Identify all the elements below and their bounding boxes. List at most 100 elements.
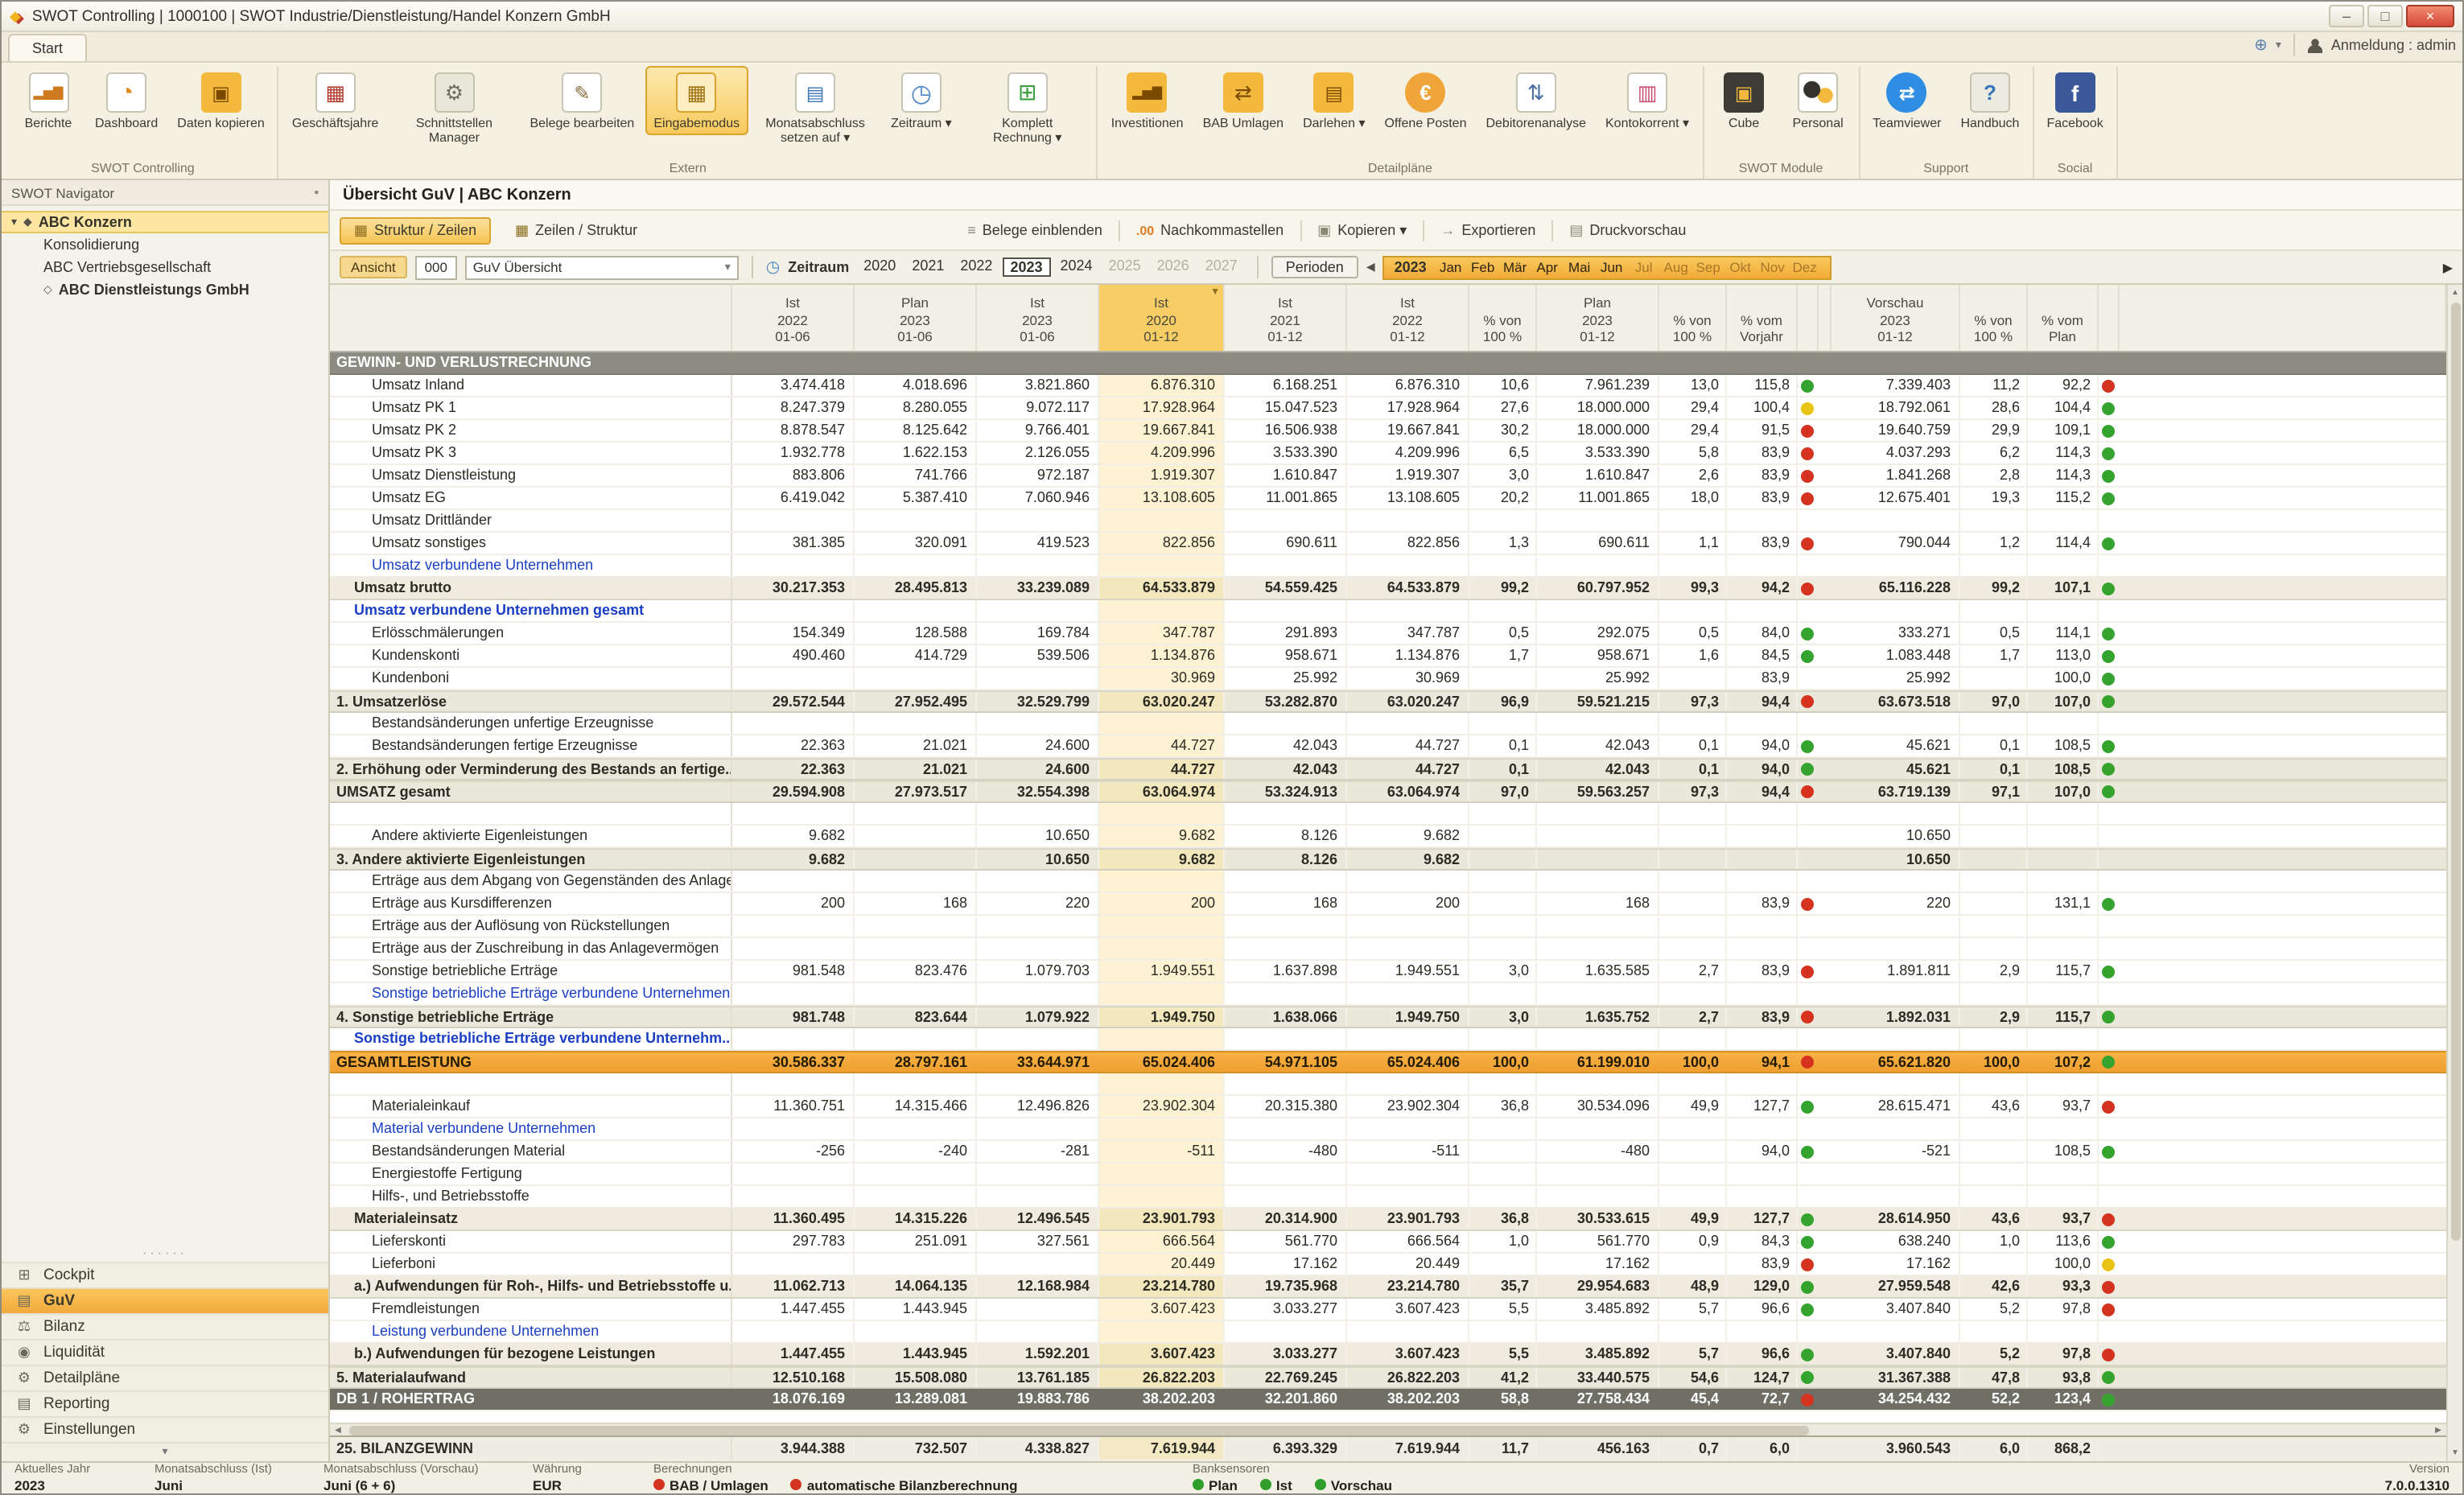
table-row[interactable]: Umsatz Inland 3.474.418 4.018.696 3.821.860… [330,375,2446,397]
table-row[interactable]: Umsatz verbundene Unternehmen [330,555,2446,578]
year-2022[interactable]: 2022 [954,257,999,277]
ribbon-button-offene-posten[interactable]: € Offene Posten [1376,66,1474,135]
ribbon-button-investitionen[interactable]: ▂▅▇ Investitionen [1103,66,1192,135]
column-header[interactable]: % vom Vorjahr [1727,285,1798,351]
toolbar-druckvorschau[interactable]: ▤ Druckvorschau [1563,221,1692,239]
year-2021[interactable]: 2021 [905,257,950,277]
column-header[interactable]: Plan 2023 01-06 [855,285,977,351]
table-row[interactable]: Material verbundene Unternehmen [330,1118,2446,1141]
tree-item-abc-dienstleistungs-gmbh[interactable]: ◇ ABC Dienstleistungs GmbH [2,278,328,301]
ribbon-button-zeitraum[interactable]: ◷ Zeitraum ▾ [883,66,960,135]
table-row[interactable] [330,803,2446,826]
table-row[interactable]: Sonstige betriebliche Erträge verbundene… [330,983,2446,1006]
year-2020[interactable]: 2020 [857,257,902,277]
ribbon-button-cube[interactable]: ▣ Cube [1708,66,1779,135]
toolbar-belege-einblenden[interactable]: ≡ Belege einblenden [961,222,1109,238]
column-header[interactable]: % von 100 % [1659,285,1727,351]
column-header[interactable]: % vom Plan [2028,285,2099,351]
table-row[interactable]: a.) Aufwendungen für Roh-, Hilfs- und Be… [330,1276,2446,1299]
column-header[interactable]: % von 100 % [1469,285,1537,351]
toolbar-exportieren[interactable]: → Exportieren [1434,222,1542,238]
month-jun[interactable]: Jun [1596,259,1628,275]
tree-item-konsolidierung[interactable]: Konsolidierung [2,233,328,256]
table-row[interactable]: 25. BILANZGEWINN 3.944.388 732.507 4.338.82… [330,1435,2446,1461]
ribbon-button-komplett-rechnung[interactable]: ⊞ Komplett Rechnung ▾ [963,66,1092,150]
ribbon-button-eingabemodus[interactable]: ▦ Eingabemodus [645,66,748,136]
sidebar-item-bilanz[interactable]: ⚖ Bilanz [2,1313,328,1339]
column-header[interactable]: Ist 2021 01-12 [1225,285,1347,351]
month-aug[interactable]: Aug [1660,259,1692,275]
sidebar-item-guv[interactable]: ▤ GuV [2,1287,328,1313]
table-row[interactable]: Kundenskonti 490.460 414.729 539.506 1.134.8… [330,645,2446,668]
table-row[interactable]: Leistung verbundene Unternehmen [330,1321,2446,1344]
login-label[interactable]: Anmeldung : admin [2331,37,2456,53]
scrollbar-thumb[interactable] [2450,303,2460,1242]
ribbon-button-teamviewer[interactable]: ⇄ Teamviewer [1864,66,1949,135]
tab-start[interactable]: Start [8,34,88,61]
table-row[interactable] [330,1073,2446,1096]
table-row[interactable]: Umsatz verbundene Unternehmen gesamt [330,600,2446,623]
ribbon-button-monatsabschluss-setzen-auf[interactable]: ▤ Monatsabschluss setzen auf ▾ [751,66,880,150]
table-row[interactable]: Umsatz brutto 30.217.353 28.495.813 33.239.… [330,578,2446,600]
column-header[interactable]: % von 100 % [1960,285,2028,351]
month-jan[interactable]: Jan [1435,259,1467,275]
table-row[interactable]: Sonstige betriebliche Erträge 981.548 823.… [330,961,2446,983]
month-dez[interactable]: Dez [1789,259,1821,275]
ribbon-button-handbuch[interactable]: ? Handbuch [1952,66,2027,135]
table-row[interactable]: Andere aktivierte Eigenleistungen 9.682 10… [330,826,2446,848]
expander-icon[interactable]: ▾ [11,216,17,229]
scrollbar-thumb[interactable] [349,1425,1808,1435]
month-sep[interactable]: Sep [1692,259,1724,275]
struktur-zeilen-toggle[interactable]: ▦ Struktur / Zeilen [340,216,492,244]
scroll-down-icon[interactable]: ▼ [2451,1445,2459,1461]
scroll-up-icon[interactable]: ▲ [2451,285,2459,301]
column-header[interactable]: Ist 2022 01-12 [1347,285,1469,351]
table-row[interactable]: Erträge aus dem Abgang von Gegenständen … [330,871,2446,893]
maximize-button[interactable]: □ [2367,5,2403,27]
sidebar-item-einstellungen[interactable]: ⚙ Einstellungen [2,1416,328,1442]
sidebar-item-liquidität[interactable]: ◉ Liquidität [2,1339,328,1365]
column-header[interactable]: Vorschau 2023 01-12 [1832,285,1960,351]
table-row[interactable]: Kundenboni 30.969 25.992 30.969 25.992 83,9 25… [330,668,2446,690]
table-row[interactable]: Bestandsänderungen unfertige Erzeugnisse [330,713,2446,735]
ribbon-button-personal[interactable]: Personal [1782,66,1853,135]
periods-year[interactable]: 2023 [1395,259,1427,275]
table-row[interactable]: Umsatz sonstiges 381.385 320.091 419.523 822… [330,533,2446,555]
toolbar-kopieren[interactable]: ▣ Kopieren ▾ [1311,221,1413,239]
perioden-button[interactable]: Perioden [1271,256,1358,278]
minimize-button[interactable]: – [2329,5,2364,27]
table-row[interactable]: GESAMTLEISTUNG 30.586.337 28.797.161 33.644… [330,1051,2446,1073]
ribbon-button-dashboard[interactable]: ◔ Dashboard [87,66,166,135]
chevron-down-icon[interactable]: ▾ [2276,39,2281,51]
table-row[interactable]: Materialeinsatz 11.360.495 14.315.226 12.49… [330,1209,2446,1231]
month-mai[interactable]: Mai [1564,259,1596,275]
ribbon-button-debitorenanalyse[interactable]: ⇅ Debitorenanalyse [1477,66,1594,135]
ribbon-button-facebook[interactable]: f Facebook [2038,66,2111,135]
table-row[interactable]: b.) Aufwendungen für bezogene Leistungen… [330,1344,2446,1366]
table-row[interactable]: Lieferskonti 297.783 251.091 327.561 666.564… [330,1231,2446,1254]
year-2025[interactable]: 2025 [1102,257,1148,277]
ribbon-button-belege-bearbeiten[interactable]: ✎ Belege bearbeiten [521,66,642,135]
table-row[interactable]: Bestandsänderungen Material -256 -240 -281-… [330,1141,2446,1163]
table-row[interactable]: 4. Sonstige betriebliche Erträge 981.748 8… [330,1006,2446,1028]
chevron-left-icon[interactable]: ◀ [1366,261,1375,274]
scroll-left-icon[interactable]: ◀ [330,1425,346,1435]
table-row[interactable]: Erträge aus Kursdifferenzen 200 168 220 200 1… [330,893,2446,916]
column-header[interactable]: Ist 2022 01-06 [732,285,855,351]
table-row[interactable]: Bestandsänderungen fertige Erzeugnisse 22… [330,735,2446,758]
table-row[interactable]: Energiestoffe Fertigung [330,1163,2446,1186]
sidebar-item-cockpit[interactable]: ⊞ Cockpit [2,1262,328,1287]
column-header[interactable]: Ist 2023 01-06 [977,285,1099,351]
month-nov[interactable]: Nov [1757,259,1789,275]
scroll-right-icon[interactable]: ▶ [2443,260,2453,274]
ribbon-button-kontokorrent[interactable]: ▥ Kontokorrent ▾ [1597,66,1697,135]
pin-icon[interactable]: ▪ [314,185,319,200]
ansicht-code-input[interactable]: 000 [414,255,457,279]
table-row[interactable]: Erträge aus der Auflösung von Rückstellu… [330,916,2446,938]
year-2023[interactable]: 2023 [1002,257,1051,277]
column-header[interactable]: Plan 2023 01-12 [1537,285,1659,351]
table-row[interactable]: 2. Erhöhung oder Verminderung des Bestan… [330,758,2446,780]
close-button[interactable]: × [2406,5,2454,27]
tree-item-abc-konzern[interactable]: ▾ ◆ ABC Konzern [2,211,328,233]
table-row[interactable]: Umsatz Dienstleistung 883.806 741.766 972.1… [330,465,2446,488]
